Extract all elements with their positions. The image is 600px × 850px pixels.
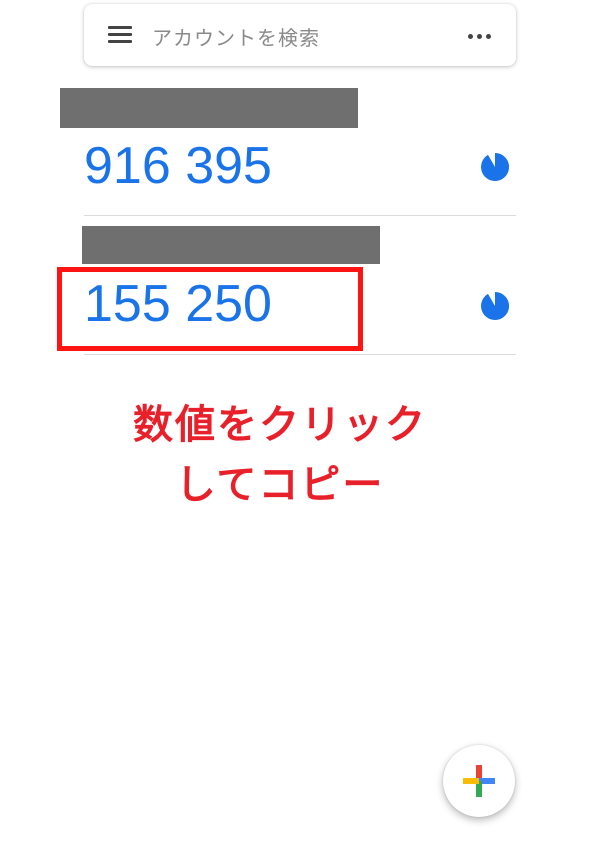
timer-pie-slice <box>481 291 510 320</box>
divider <box>84 354 516 355</box>
timer-pie-slice <box>481 152 510 181</box>
annotation-line-2: してコピー <box>175 462 385 508</box>
hamburger-menu-icon[interactable] <box>108 26 132 44</box>
redacted-account-name <box>82 226 380 264</box>
authenticator-screen: アカウントを検索 916 395 155 250 数値をクリック してコピー <box>0 0 600 850</box>
search-input[interactable]: アカウントを検索 <box>152 22 320 51</box>
more-options-icon[interactable] <box>468 25 492 45</box>
add-account-button[interactable] <box>443 745 515 817</box>
highlight-annotation-box <box>57 267 363 351</box>
divider <box>84 215 516 216</box>
otp-code[interactable]: 916 395 <box>84 136 272 196</box>
search-bar[interactable]: アカウントを検索 <box>84 4 516 66</box>
countdown-timer-icon <box>481 291 510 320</box>
add-plus-icon <box>463 765 495 797</box>
countdown-timer-icon <box>481 152 510 181</box>
annotation-line-1: 数値をクリック <box>133 402 427 448</box>
redacted-account-name <box>60 88 358 128</box>
